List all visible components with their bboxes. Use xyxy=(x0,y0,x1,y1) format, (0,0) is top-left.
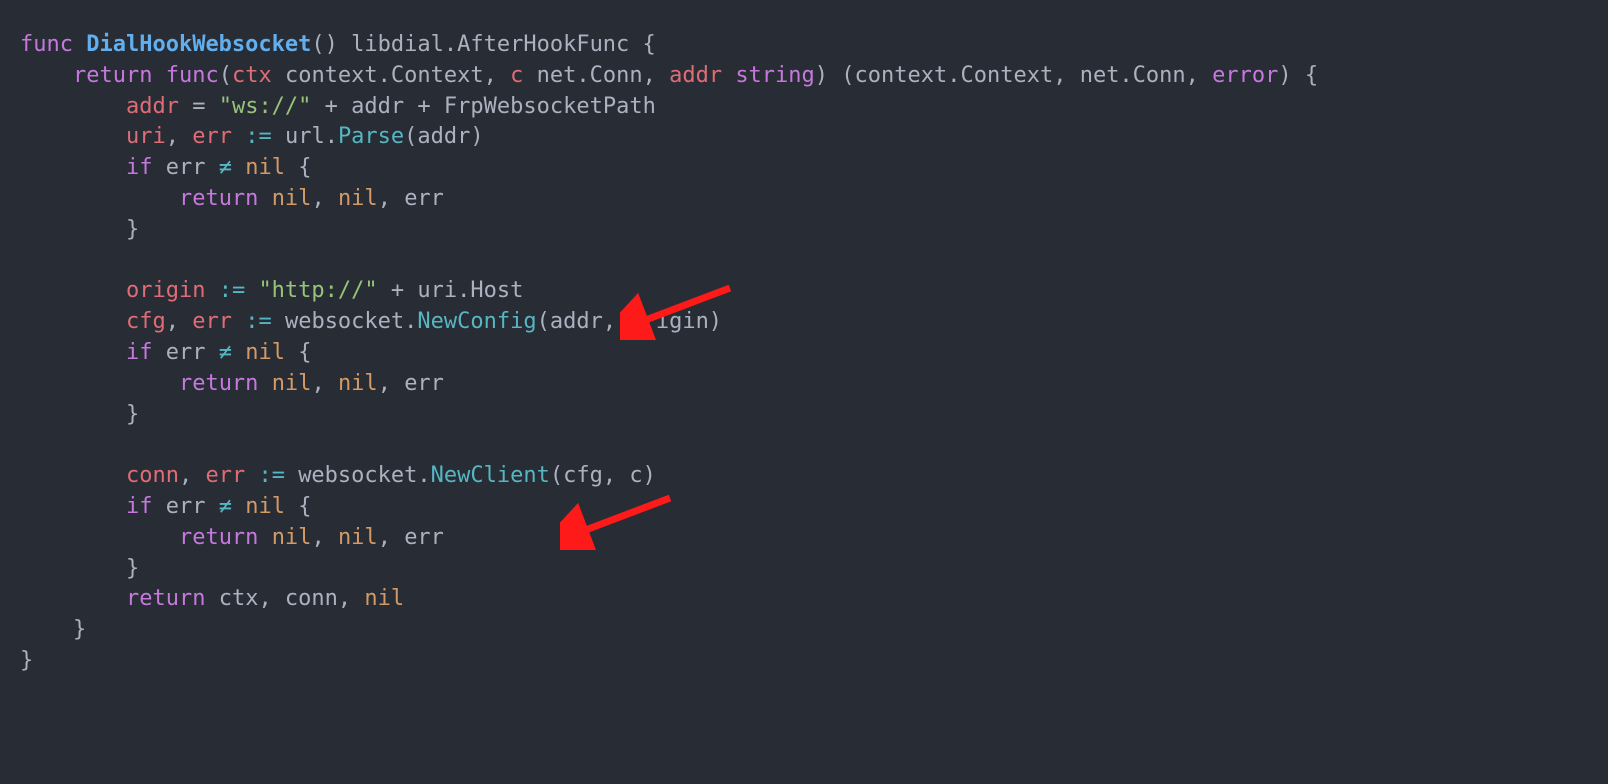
line-18: } xyxy=(20,556,139,581)
line-4: uri, err := url.Parse(addr) xyxy=(20,124,484,149)
code-block: func DialHookWebsocket() libdial.AfterHo… xyxy=(20,30,1588,677)
line-16: if err ≠ nil { xyxy=(20,494,311,519)
line-13: } xyxy=(20,402,139,427)
keyword-func: func xyxy=(20,32,73,57)
line-7: } xyxy=(20,217,139,242)
line-10: cfg, err := websocket.NewConfig(addr, or… xyxy=(20,309,722,334)
line-9: origin := "http://" + uri.Host xyxy=(20,278,523,303)
line-5: if err ≠ nil { xyxy=(20,155,311,180)
line-2: return func(ctx context.Context, c net.C… xyxy=(20,63,1318,88)
line-3: addr = "ws://" + addr + FrpWebsocketPath xyxy=(20,94,656,119)
line-12: return nil, nil, err xyxy=(20,371,444,396)
line-19: return ctx, conn, nil xyxy=(20,586,404,611)
line-1: func DialHookWebsocket() libdial.AfterHo… xyxy=(20,32,656,57)
line-21: } xyxy=(20,648,33,673)
line-20: } xyxy=(20,617,86,642)
keyword-func: func xyxy=(166,63,219,88)
line-15: conn, err := websocket.NewClient(cfg, c) xyxy=(20,463,656,488)
line-6: return nil, nil, err xyxy=(20,186,444,211)
line-11: if err ≠ nil { xyxy=(20,340,311,365)
function-name: DialHookWebsocket xyxy=(86,32,311,57)
keyword-return: return xyxy=(73,63,152,88)
line-17: return nil, nil, err xyxy=(20,525,444,550)
